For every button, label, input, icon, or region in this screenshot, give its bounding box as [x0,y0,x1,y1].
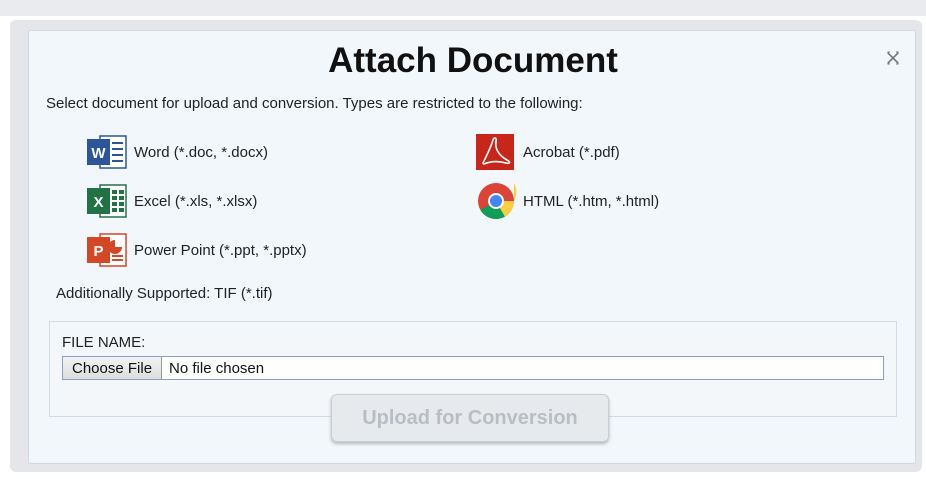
file-type-html: HTML (*.htm, *.html) [475,181,659,221]
file-name-label: FILE NAME: [62,334,146,351]
additional-support-text: Additionally Supported: TIF (*.tif) [56,285,273,302]
choose-file-button[interactable]: Choose File [63,357,163,379]
dialog-panel: Attach Document Select document for uplo… [28,30,916,464]
file-type-label: Power Point (*.ppt, *.pptx) [134,241,307,259]
svg-text:X: X [93,194,103,211]
file-type-label: Excel (*.xls, *.xlsx) [134,192,258,210]
excel-icon: X [86,182,128,220]
file-status-text: No file chosen [169,359,265,377]
word-icon: W [86,133,128,171]
dialog-title: Attach Document [328,41,618,80]
file-type-acrobat: Acrobat (*.pdf) [475,132,620,172]
svg-text:W: W [91,145,106,162]
file-type-label: Word (*.doc, *.docx) [134,143,268,161]
powerpoint-icon: P [86,231,128,269]
file-type-excel: X Excel (*.xls, *.xlsx) [86,181,257,221]
file-type-label: Acrobat (*.pdf) [523,143,620,161]
file-input[interactable]: Choose File No file chosen [62,356,884,380]
acrobat-icon [475,133,517,171]
top-bar [0,0,926,16]
file-type-label: HTML (*.htm, *.html) [523,192,660,210]
close-icon[interactable] [885,50,901,66]
svg-text:P: P [93,243,103,260]
file-type-word: W Word (*.doc, *.docx) [86,132,268,172]
file-type-powerpoint: P Power Point (*.ppt, *.pptx) [86,230,307,270]
upload-for-conversion-button[interactable]: Upload for Conversion [331,394,609,442]
chrome-icon [475,182,517,220]
instructions-text: Select document for upload and conversio… [46,95,583,112]
